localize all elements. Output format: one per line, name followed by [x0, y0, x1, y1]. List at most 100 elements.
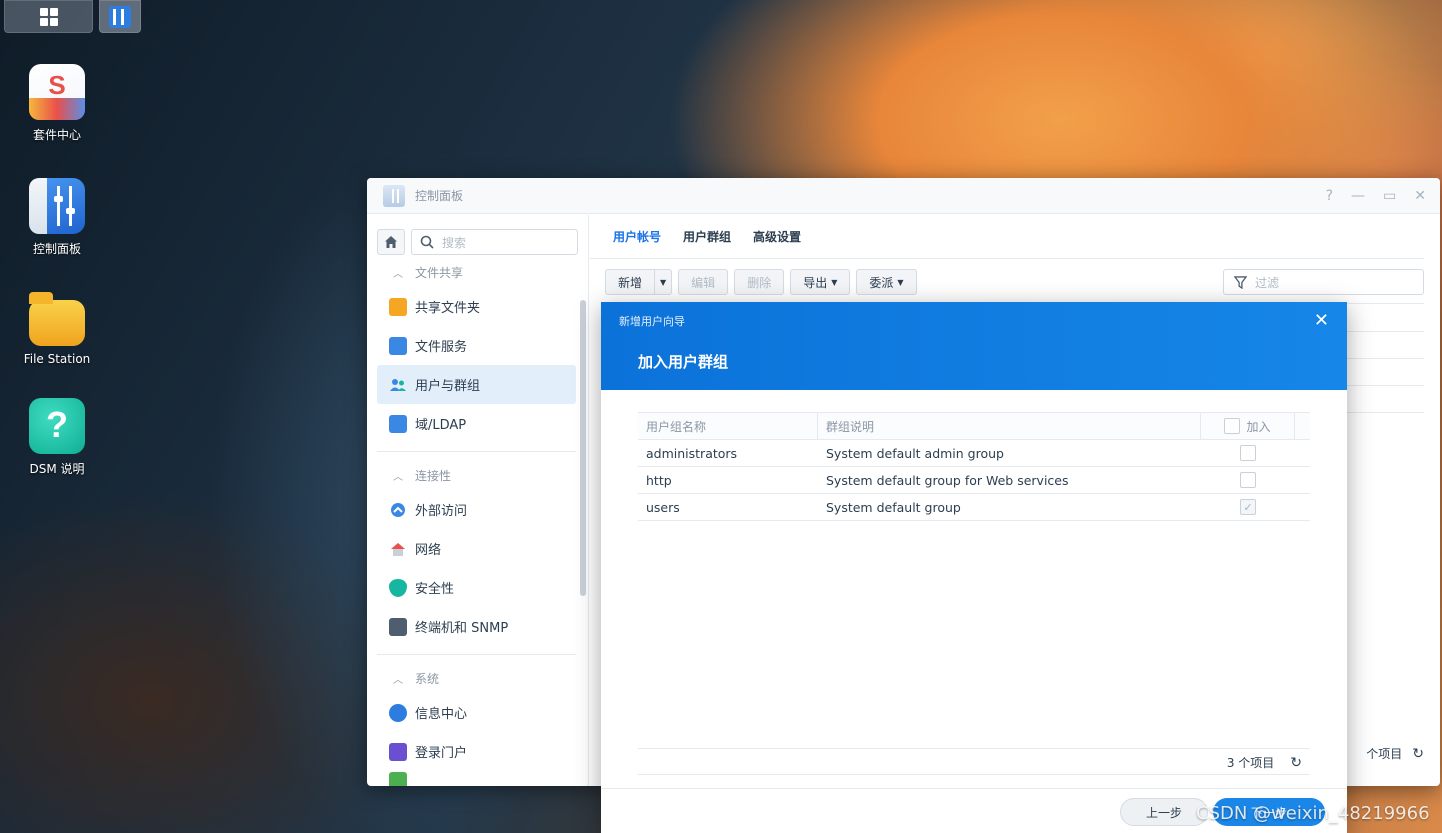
- sidebar-scrollbar[interactable]: [580, 300, 586, 596]
- sidebar-item-label: 域/LDAP: [415, 418, 467, 433]
- sidebar-item-login-portal[interactable]: 登录门户: [377, 732, 576, 771]
- close-icon[interactable]: ✕: [1314, 310, 1329, 331]
- dialog-table-footer: 3 个项目 ↻: [1227, 754, 1302, 771]
- previous-button[interactable]: 上一步: [1120, 798, 1208, 826]
- chevron-up-icon: ︿: [393, 674, 403, 686]
- column-header-description[interactable]: 群组说明: [818, 413, 1201, 439]
- filter-placeholder: 过滤: [1255, 275, 1280, 290]
- sidebar-item-partial[interactable]: [377, 771, 576, 786]
- desktop-icon-package-center[interactable]: S 套件中心: [12, 64, 102, 143]
- tab-bar: 用户帐号 用户群组 高级设置: [590, 215, 1424, 259]
- delegate-button[interactable]: 委派 ▼: [856, 269, 917, 295]
- section-label: 连接性: [415, 468, 452, 483]
- domain-ldap-icon: [389, 414, 407, 433]
- column-header-join[interactable]: 加入: [1201, 413, 1295, 439]
- desktop-icon-label: 套件中心: [32, 128, 81, 142]
- main-menu-button[interactable]: [4, 0, 93, 33]
- search-placeholder: 搜索: [442, 235, 467, 250]
- refresh-icon[interactable]: ↻: [1290, 755, 1302, 771]
- file-services-icon: [389, 336, 407, 355]
- control-panel-icon: [383, 184, 405, 207]
- taskbar: [0, 0, 145, 34]
- tab-advanced[interactable]: 高级设置: [753, 228, 801, 245]
- folder-icon: [29, 292, 85, 346]
- delete-button[interactable]: 删除: [734, 269, 785, 295]
- item-count: 3 个项目: [1226, 756, 1275, 770]
- desktop-icon-control-panel[interactable]: 控制面板: [12, 178, 102, 257]
- users-groups-icon: [389, 376, 407, 394]
- sidebar-item-users-groups[interactable]: 用户与群组: [377, 365, 576, 404]
- desktop-icon-label: 控制面板: [32, 242, 81, 256]
- wizard-title: 新增用户向导: [619, 315, 685, 328]
- sidebar-item-file-services[interactable]: 文件服务: [377, 326, 576, 365]
- sidebar-item-network[interactable]: 网络: [377, 529, 576, 568]
- taskbar-control-panel-button[interactable]: [99, 0, 141, 33]
- refresh-icon[interactable]: ↻: [1412, 746, 1424, 762]
- sidebar-item-terminal-snmp[interactable]: 终端机和 SNMP: [377, 607, 576, 646]
- desktop-icon-dsm-help[interactable]: ? DSM 说明: [12, 398, 102, 477]
- group-name: users: [646, 499, 680, 515]
- sidebar-section-connectivity[interactable]: ︿ 连接性: [367, 460, 588, 490]
- info-center-icon: [389, 703, 407, 722]
- sidebar-item-label: 网络: [415, 543, 442, 558]
- tab-user-accounts[interactable]: 用户帐号: [613, 228, 661, 245]
- join-checkbox-checked[interactable]: ✓: [1240, 499, 1256, 515]
- sidebar-item-label: 安全性: [415, 582, 455, 597]
- watermark: CSDN @weixin_48219966: [1196, 803, 1430, 824]
- create-user-wizard-dialog: 新增用户向导 加入用户群组 ✕ 用户组名称 群组说明 加入 administra…: [601, 302, 1347, 833]
- desktop-icon-label: DSM 说明: [29, 462, 85, 476]
- sidebar-item-info-center[interactable]: 信息中心: [377, 693, 576, 732]
- sidebar-item-external-access[interactable]: 外部访问: [377, 490, 576, 529]
- create-label: 新增: [606, 270, 656, 294]
- search-icon: [420, 235, 434, 249]
- help-icon: ?: [29, 398, 85, 454]
- filter-input[interactable]: 过滤: [1223, 269, 1424, 295]
- maximize-button[interactable]: ▭: [1383, 188, 1396, 204]
- divider: [377, 451, 576, 452]
- home-button[interactable]: [377, 229, 405, 255]
- column-header-name[interactable]: 用户组名称: [638, 413, 818, 439]
- sidebar-item-label: 文件服务: [415, 340, 468, 355]
- sidebar-item-shared-folder[interactable]: 共享文件夹: [377, 287, 576, 326]
- edit-button[interactable]: 编辑: [678, 269, 729, 295]
- item-count: 个项目: [1366, 747, 1403, 761]
- table-row[interactable]: administrators System default admin grou…: [638, 440, 1310, 467]
- group-description: System default group: [826, 499, 961, 515]
- table-header-row: 用户组名称 群组说明 加入: [638, 413, 1310, 440]
- section-label: 文件共享: [415, 265, 464, 280]
- tab-user-groups[interactable]: 用户群组: [683, 228, 731, 245]
- shared-folder-icon: [389, 297, 407, 316]
- home-icon: [385, 236, 397, 248]
- join-checkbox[interactable]: [1240, 472, 1256, 488]
- table-row[interactable]: users System default group ✓: [638, 494, 1310, 521]
- join-checkbox[interactable]: [1240, 445, 1256, 461]
- window-controls: ? — ▭ ✕: [1326, 188, 1426, 204]
- help-button[interactable]: ?: [1326, 188, 1333, 204]
- join-label: 加入: [1246, 419, 1271, 434]
- sidebar-item-domain-ldap[interactable]: 域/LDAP: [377, 404, 576, 443]
- minimize-button[interactable]: —: [1351, 188, 1365, 204]
- sidebar-item-label: 信息中心: [415, 707, 468, 722]
- sidebar-section-file-sharing[interactable]: ︿ 文件共享: [367, 257, 588, 287]
- table-row[interactable]: http System default group for Web servic…: [638, 467, 1310, 494]
- sidebar-item-security[interactable]: 安全性: [377, 568, 576, 607]
- close-button[interactable]: ✕: [1414, 188, 1426, 204]
- export-button[interactable]: 导出 ▼: [790, 269, 851, 295]
- shield-icon: [389, 578, 407, 597]
- window-titlebar[interactable]: 控制面板 ? — ▭ ✕: [367, 178, 1440, 214]
- step-title: 加入用户群组: [638, 353, 729, 371]
- sidebar: 搜索 ︿ 文件共享 共享文件夹 文件服务 用户与群组 域/LDAP ︿ 连接性 …: [367, 215, 589, 786]
- section-label: 系统: [415, 671, 440, 686]
- network-icon: [389, 540, 407, 558]
- table-footer: 个项目 ↻: [1366, 745, 1424, 762]
- sidebar-search-input[interactable]: 搜索: [411, 229, 578, 255]
- sidebar-section-system[interactable]: ︿ 系统: [367, 663, 588, 693]
- chevron-up-icon: ︿: [393, 268, 403, 280]
- create-button[interactable]: 新增 ▼: [605, 269, 673, 295]
- main-menu-icon: [39, 7, 58, 26]
- chevron-up-icon: ︿: [393, 471, 403, 483]
- sidebar-item-label: 终端机和 SNMP: [415, 621, 509, 636]
- desktop-icon-file-station[interactable]: File Station: [12, 290, 102, 366]
- select-all-checkbox[interactable]: [1224, 418, 1241, 434]
- chevron-down-icon[interactable]: ▼: [655, 278, 671, 287]
